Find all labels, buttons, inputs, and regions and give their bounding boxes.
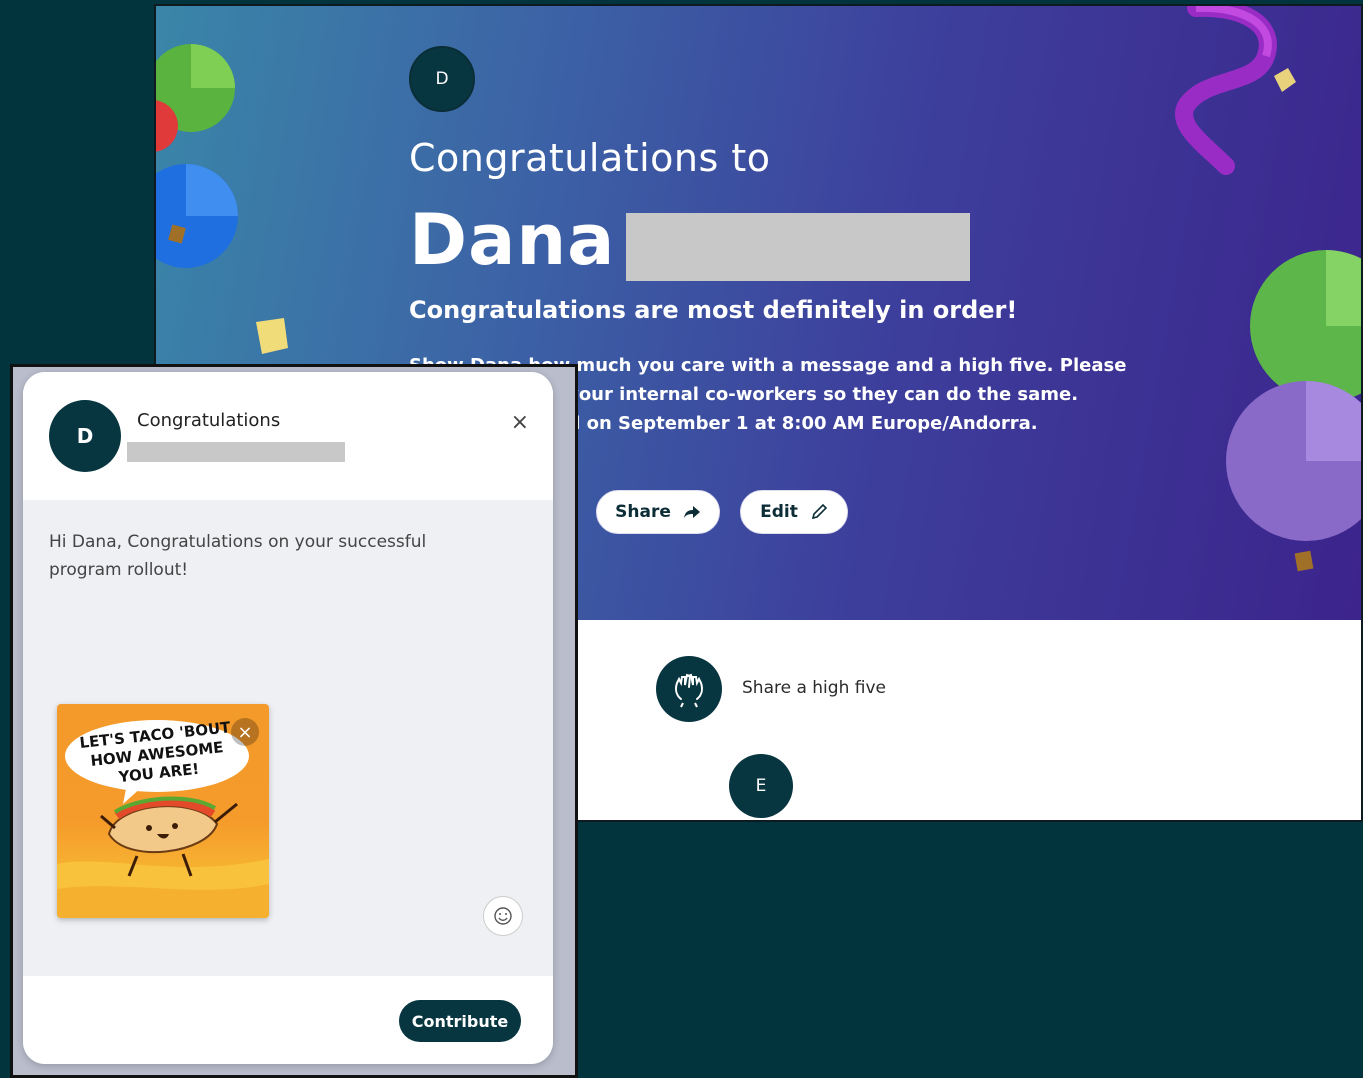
modal-footer: Contribute <box>23 976 553 1064</box>
hero-heading: Congratulations to <box>409 136 771 180</box>
hero-tagline: Congratulations are most definitely in o… <box>409 296 1018 324</box>
high-five-button[interactable] <box>656 656 722 722</box>
high-five-label[interactable]: Share a high five <box>742 678 886 698</box>
high-five-icon <box>675 673 703 708</box>
modal-avatar: D <box>49 400 121 472</box>
balloons-left-decoration <box>156 44 238 268</box>
taco-gif: LET'S TACO 'BOUT HOW AWESOME YOU ARE! × <box>57 704 269 918</box>
modal-header: D Congratulations × <box>23 372 553 500</box>
recipient-avatar: D <box>409 46 475 112</box>
edit-button[interactable]: Edit <box>740 490 848 534</box>
close-icon[interactable]: × <box>511 410 529 435</box>
share-button[interactable]: Share <box>596 490 720 534</box>
message-text[interactable]: Hi Dana, Congratulations on your success… <box>49 528 489 584</box>
recipient-first-name: Dana <box>409 199 616 281</box>
edit-label: Edit <box>760 502 798 522</box>
message-modal: D Congratulations × Hi Dana, Congratulat… <box>23 372 553 1064</box>
share-arrow-icon <box>683 506 700 518</box>
remove-gif-close-icon[interactable]: × <box>231 718 259 746</box>
avatar-letter: D <box>435 69 449 89</box>
avatar-letter: E <box>755 776 767 796</box>
confetti-yellow-left <box>256 318 288 354</box>
smiley-icon <box>494 907 512 925</box>
message-modal-screenshot: D Congratulations × Hi Dana, Congratulat… <box>10 364 578 1078</box>
modal-body: Hi Dana, Congratulations on your success… <box>23 500 553 976</box>
pencil-icon <box>811 503 828 520</box>
redacted-last-name <box>626 213 970 281</box>
avatar-letter: D <box>76 424 94 448</box>
ribbon-top-right-decoration <box>1175 6 1296 175</box>
share-label: Share <box>615 502 671 522</box>
redacted-subtitle <box>127 442 345 462</box>
balloons-right-decoration <box>1226 250 1361 572</box>
modal-title: Congratulations <box>137 410 281 431</box>
contribute-button[interactable]: Contribute <box>399 1000 521 1042</box>
emoji-picker-button[interactable] <box>483 896 523 936</box>
contributor-avatar: E <box>729 754 793 818</box>
